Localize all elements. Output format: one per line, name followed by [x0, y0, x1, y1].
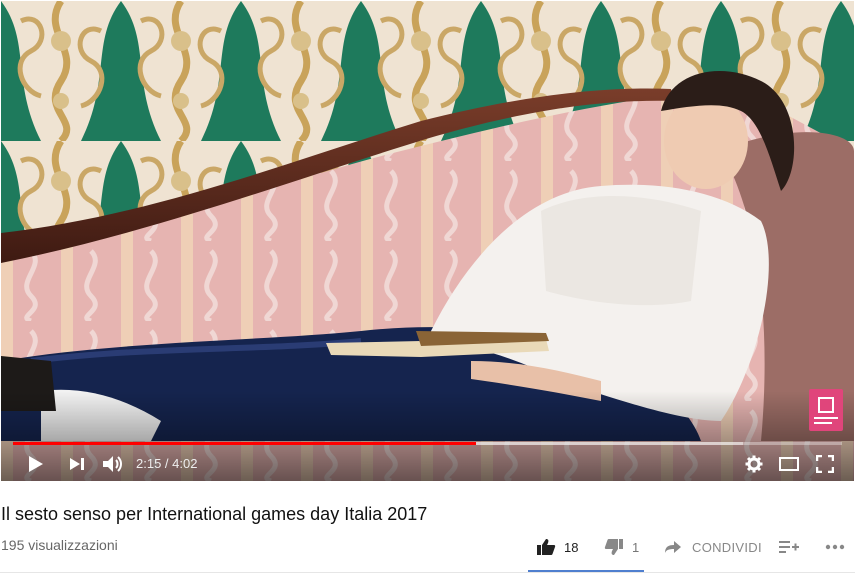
fullscreen-button[interactable]	[812, 451, 838, 477]
time-display: 2:15 / 4:02	[136, 454, 197, 474]
thumbs-down-icon	[604, 539, 623, 555]
time-separator: /	[161, 456, 173, 471]
progress-played	[13, 442, 477, 445]
like-count: 18	[564, 539, 579, 555]
dislike-button[interactable]: 1	[604, 533, 639, 561]
thumbs-up-icon	[537, 539, 556, 555]
progress-bar[interactable]	[13, 442, 842, 445]
volume-icon	[103, 456, 122, 472]
more-icon	[825, 544, 845, 550]
play-button[interactable]	[23, 451, 49, 477]
controls-gradient	[1, 391, 854, 481]
gear-icon	[745, 455, 763, 473]
next-button[interactable]	[64, 451, 90, 477]
video-title: Il sesto senso per International games d…	[1, 504, 428, 524]
theater-mode-button[interactable]	[776, 451, 802, 477]
play-icon	[29, 456, 43, 472]
view-count: 195 visualizzazioni	[1, 537, 118, 553]
more-actions-button[interactable]	[825, 533, 845, 561]
theater-mode-icon	[779, 457, 799, 471]
channel-watermark[interactable]	[809, 389, 843, 431]
settings-button[interactable]	[741, 451, 767, 477]
video-player[interactable]: 2:15 / 4:02	[1, 1, 854, 481]
share-icon	[665, 541, 681, 553]
add-to-playlist-icon	[779, 541, 799, 553]
divider	[0, 572, 855, 573]
add-to-playlist-button[interactable]	[779, 533, 799, 561]
volume-button[interactable]	[100, 451, 126, 477]
next-icon	[70, 458, 84, 470]
like-button[interactable]: 18	[536, 533, 578, 561]
duration: 4:02	[172, 456, 198, 471]
fullscreen-icon	[816, 455, 834, 473]
dislike-count: 1	[632, 539, 640, 555]
share-label: CONDIVIDI	[692, 539, 762, 555]
share-button[interactable]: CONDIVIDI	[664, 533, 762, 561]
current-time: 2:15	[136, 456, 162, 471]
